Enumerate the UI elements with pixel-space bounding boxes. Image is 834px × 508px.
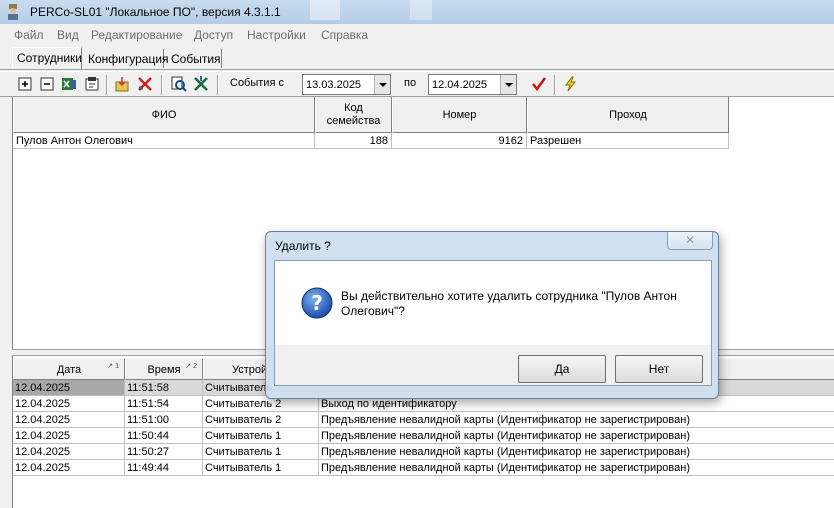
- question-icon: ?: [301, 287, 333, 319]
- column-header-family-code[interactable]: Код семейства: [315, 97, 392, 133]
- chevron-down-icon[interactable]: [374, 75, 390, 94]
- find-icon[interactable]: [171, 76, 187, 92]
- excel-export-icon[interactable]: [61, 76, 77, 92]
- column-header-fio[interactable]: ФИО: [13, 97, 315, 133]
- cell-device: Считыватель 2: [203, 412, 319, 428]
- toolbar-separator: [161, 75, 163, 95]
- cell-event: Предъявление невалидной карты (Идентифик…: [319, 460, 834, 476]
- column-header-label: семейства: [326, 114, 381, 127]
- delete-tools-icon[interactable]: [137, 76, 153, 92]
- tab-strip: Сотрудники Конфигурация События: [0, 46, 834, 70]
- toolbar-separator: [106, 75, 108, 95]
- cell-date: 12.04.2025: [13, 412, 125, 428]
- toolbar-separator: [217, 75, 219, 95]
- date-from-picker[interactable]: 13.03.2025: [302, 74, 391, 95]
- remove-icon[interactable]: [39, 76, 55, 92]
- cell-event: Предъявление невалидной карты (Идентифик…: [319, 444, 834, 460]
- cell-pass: Разрешен: [527, 133, 729, 149]
- cell-time: 11:50:27: [125, 444, 203, 460]
- excel-icon[interactable]: [193, 76, 209, 92]
- menu-help[interactable]: Справка: [321, 28, 368, 42]
- tab-events[interactable]: События: [167, 49, 222, 68]
- menu-bar: Файл Вид Редактирование Доступ Настройки…: [0, 24, 834, 46]
- cell-family-code: 188: [315, 133, 392, 149]
- dialog-message: Вы действительно хотите удалить сотрудни…: [341, 289, 677, 318]
- sort-indicator-icon: ↗ 2: [185, 363, 197, 370]
- cell-event: Предъявление невалидной карты (Идентифик…: [319, 428, 834, 444]
- cell-event: Предъявление невалидной карты (Идентифик…: [319, 412, 834, 428]
- date-to-picker[interactable]: 12.04.2025: [428, 74, 517, 95]
- card-icon[interactable]: [84, 76, 100, 92]
- sort-indicator-icon: ↗ 1: [107, 363, 119, 370]
- cell-date: 12.04.2025: [13, 444, 125, 460]
- to-label: по: [404, 77, 417, 89]
- toolbar: События с 13.03.2025 по 12.04.2025: [0, 71, 834, 97]
- cell-date: 12.04.2025: [13, 396, 125, 412]
- no-button[interactable]: Нет: [615, 355, 703, 383]
- apply-checkmark-icon[interactable]: [531, 76, 547, 92]
- cell-time: 11:49:44: [125, 460, 203, 476]
- lightning-icon[interactable]: [563, 76, 579, 92]
- date-to-value: 12.04.2025: [432, 79, 488, 91]
- menu-access[interactable]: Доступ: [194, 28, 233, 42]
- column-header-label: Код: [344, 101, 363, 114]
- events-from-label: События с: [230, 77, 284, 89]
- chevron-down-icon[interactable]: [500, 75, 516, 94]
- delete-confirm-dialog: Удалить ? ✕ ? Вы действительно хотите уд…: [265, 231, 719, 399]
- window-title: PERCo-SL01 "Локальное ПО", версия 4.3.1.…: [30, 5, 281, 19]
- cell-number: 9162: [392, 133, 527, 149]
- cell-time: 11:51:58: [125, 380, 203, 396]
- column-header-time[interactable]: Время ↗ 2: [125, 359, 203, 380]
- perco-app-icon: [8, 4, 18, 20]
- titlebar-reflection: [410, 0, 432, 20]
- dialog-title: Удалить ?: [275, 239, 331, 253]
- svg-text:?: ?: [311, 291, 323, 315]
- titlebar-reflection: [310, 0, 340, 20]
- cell-time: 11:50:44: [125, 428, 203, 444]
- cell-device: Считыватель 1: [203, 444, 319, 460]
- dialog-body: ? Вы действительно хотите удалить сотруд…: [274, 260, 712, 386]
- menu-settings[interactable]: Настройки: [247, 28, 306, 42]
- cell-date: 12.04.2025: [13, 428, 125, 444]
- menu-view[interactable]: Вид: [57, 28, 79, 42]
- cell-device: Считыватель 1: [203, 460, 319, 476]
- yes-button[interactable]: Да: [518, 355, 606, 383]
- menu-edit[interactable]: Редактирование: [91, 28, 182, 42]
- cell-date: 12.04.2025: [13, 460, 125, 476]
- tab-configuration[interactable]: Конфигурация: [84, 49, 169, 68]
- cell-fio: Пулов Антон Олегович: [13, 133, 315, 149]
- cell-device: Считыватель 1: [203, 428, 319, 444]
- cell-time: 11:51:54: [125, 396, 203, 412]
- column-header-pass[interactable]: Проход: [527, 97, 729, 133]
- title-bar: PERCo-SL01 "Локальное ПО", версия 4.3.1.…: [0, 0, 834, 24]
- column-header-date[interactable]: Дата ↗ 1: [13, 359, 125, 380]
- cell-time: 11:51:00: [125, 412, 203, 428]
- toolbar-separator: [554, 75, 556, 95]
- tab-employees[interactable]: Сотрудники: [12, 47, 82, 69]
- cell-date: 12.04.2025: [13, 380, 125, 396]
- dialog-message-area: ? Вы действительно хотите удалить сотруд…: [275, 261, 711, 345]
- close-icon[interactable]: ✕: [667, 232, 713, 250]
- date-from-value: 13.03.2025: [306, 79, 362, 91]
- import-icon[interactable]: [114, 76, 130, 92]
- add-icon[interactable]: [17, 76, 33, 92]
- menu-file[interactable]: Файл: [14, 28, 44, 42]
- column-header-number[interactable]: Номер: [392, 97, 527, 133]
